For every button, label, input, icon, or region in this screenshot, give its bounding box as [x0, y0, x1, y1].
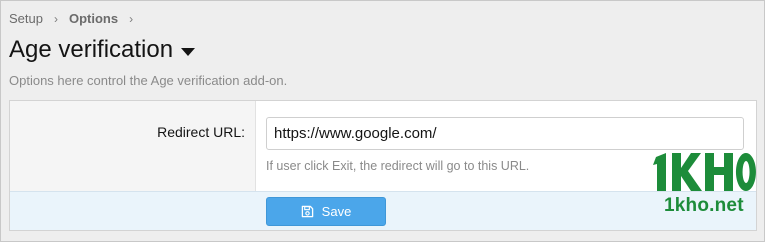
watermark-domain: 1kho.net [664, 195, 744, 216]
floppy-disk-icon [301, 205, 314, 218]
redirect-url-label: Redirect URL: [157, 124, 245, 140]
page-title-text: Age verification [9, 36, 174, 63]
redirect-url-hint: If user click Exit, the redirect will go… [266, 159, 530, 173]
chevron-right-icon: › [129, 11, 134, 26]
caret-down-icon[interactable] [181, 47, 196, 56]
chevron-right-icon: › [53, 11, 58, 26]
form-label-column: Redirect URL: [10, 101, 256, 191]
watermark: 1kho.net [648, 151, 758, 216]
save-button[interactable]: Save [266, 197, 386, 226]
redirect-url-input[interactable] [266, 117, 744, 150]
page-description: Options here control the Age verificatio… [9, 73, 288, 88]
form-submit-row: Save [10, 191, 756, 230]
page-title[interactable]: Age verification [9, 36, 196, 64]
breadcrumb-setup[interactable]: Setup [9, 11, 43, 26]
save-button-label: Save [321, 204, 352, 219]
page-frame: Setup › Options › Age verification Optio… [0, 0, 765, 242]
options-form: Redirect URL: If user click Exit, the re… [9, 100, 757, 231]
breadcrumb: Setup › Options › [9, 11, 144, 26]
watermark-logo [653, 153, 756, 191]
breadcrumb-options[interactable]: Options [69, 11, 118, 26]
